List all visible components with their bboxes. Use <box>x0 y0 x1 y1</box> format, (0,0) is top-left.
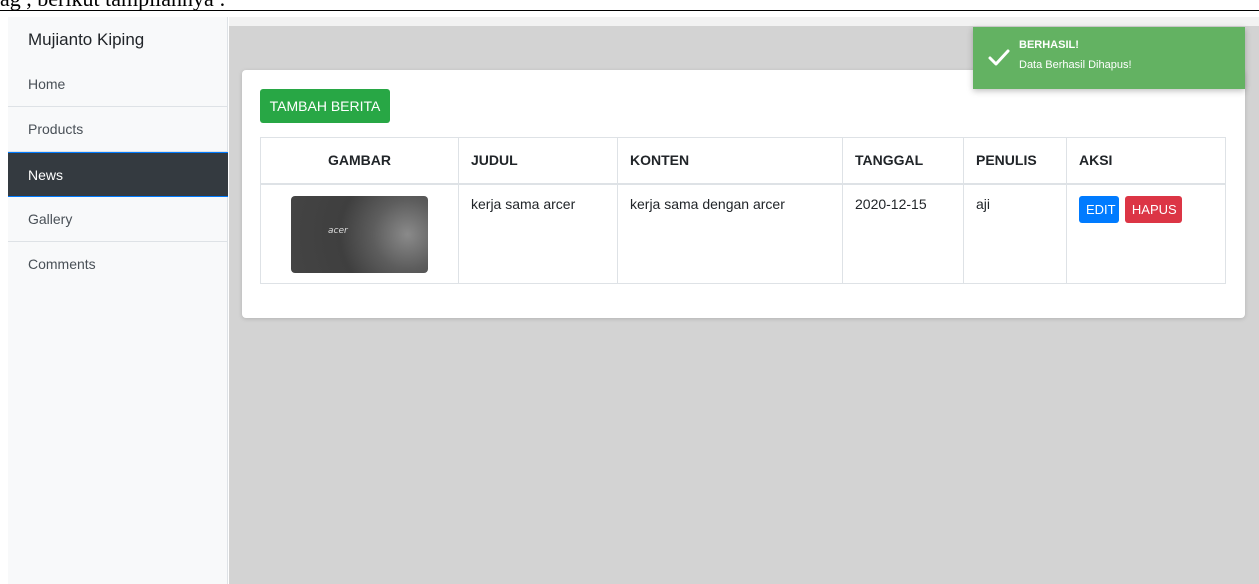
main-content: TAMBAH BERITA GAMBAR JUDUL KONTEN TANGGA… <box>229 17 1259 584</box>
cell-judul: kerja sama arcer <box>458 183 618 284</box>
document-divider <box>0 10 1259 11</box>
sidebar-item-comments[interactable]: Comments <box>8 242 227 287</box>
cell-tanggal: 2020-12-15 <box>842 183 964 284</box>
table-row: acer kerja sama arcer kerja sama dengan … <box>260 183 1226 284</box>
sidebar-item-home[interactable]: Home <box>8 62 227 107</box>
sidebar: Mujianto Kiping Home Products News Galle… <box>8 17 228 584</box>
delete-button[interactable]: HAPUS <box>1124 195 1182 223</box>
column-header-gambar: GAMBAR <box>260 137 459 185</box>
news-thumbnail-image: acer <box>291 195 428 273</box>
success-toast[interactable]: BERHASIL! Data Berhasil Dihapus! <box>973 27 1245 89</box>
news-table: GAMBAR JUDUL KONTEN TANGGAL PENULIS AKSI… <box>260 137 1226 284</box>
column-header-tanggal: TANGGAL <box>842 137 964 185</box>
thumbnail-logo-text: acer <box>328 225 348 236</box>
column-header-aksi: AKSI <box>1066 137 1226 185</box>
column-header-penulis: PENULIS <box>963 137 1067 185</box>
cell-aksi: EDIT HAPUS <box>1066 183 1226 284</box>
column-header-konten: KONTEN <box>617 137 843 185</box>
column-header-judul: JUDUL <box>458 137 618 185</box>
brand-title[interactable]: Mujianto Kiping <box>8 17 227 62</box>
table-header-row: GAMBAR JUDUL KONTEN TANGGAL PENULIS AKSI <box>260 137 1226 185</box>
news-card: TAMBAH BERITA GAMBAR JUDUL KONTEN TANGGA… <box>242 70 1245 318</box>
document-text-fragment: ag , berikut tampilannya : <box>0 0 1259 10</box>
sidebar-item-gallery[interactable]: Gallery <box>8 197 227 242</box>
edit-button[interactable]: EDIT <box>1079 195 1119 223</box>
toast-title: BERHASIL! <box>1019 39 1079 51</box>
sidebar-item-news[interactable]: News <box>8 152 228 197</box>
cell-penulis: aji <box>963 183 1067 284</box>
toast-message: Data Berhasil Dihapus! <box>1019 59 1132 71</box>
check-icon <box>988 49 1010 66</box>
content-header-strip <box>229 17 1259 26</box>
cell-gambar: acer <box>260 183 459 284</box>
add-news-button[interactable]: TAMBAH BERITA <box>260 89 390 123</box>
sidebar-item-products[interactable]: Products <box>8 107 227 152</box>
cell-konten: kerja sama dengan arcer <box>617 183 843 284</box>
